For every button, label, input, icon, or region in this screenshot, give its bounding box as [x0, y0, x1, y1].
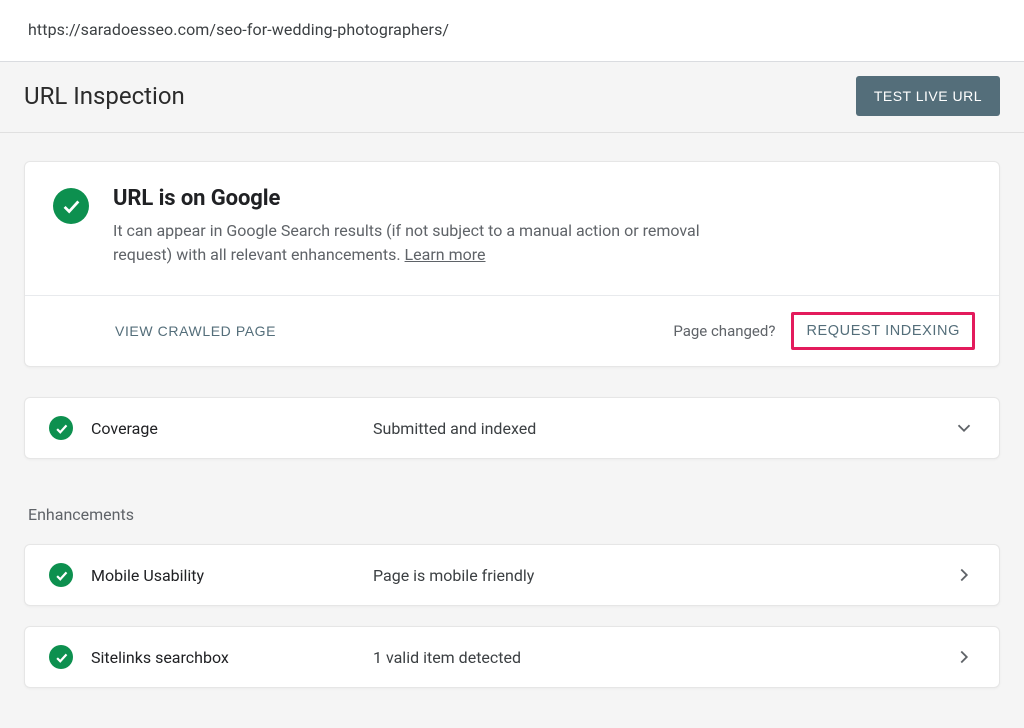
- status-section: URL is on Google It can appear in Google…: [25, 162, 999, 295]
- page-title: URL Inspection: [24, 82, 185, 110]
- check-icon: [49, 645, 73, 669]
- status-text: URL is on Google It can appear in Google…: [113, 186, 753, 267]
- test-live-url-button[interactable]: TEST LIVE URL: [856, 76, 1000, 116]
- header: URL Inspection TEST LIVE URL: [0, 62, 1024, 133]
- chevron-right-icon: [953, 564, 975, 586]
- enhancements-section-label: Enhancements: [28, 505, 996, 524]
- status-card: URL is on Google It can appear in Google…: [24, 161, 1000, 367]
- status-card-footer: VIEW CRAWLED PAGE Page changed? REQUEST …: [25, 295, 999, 366]
- enhancement-row-mobile-usability[interactable]: Mobile Usability Page is mobile friendly: [24, 544, 1000, 606]
- check-icon: [53, 188, 89, 224]
- coverage-row[interactable]: Coverage Submitted and indexed: [24, 397, 1000, 459]
- chevron-down-icon: [953, 417, 975, 439]
- url-bar[interactable]: https://saradoesseo.com/seo-for-wedding-…: [0, 0, 1024, 62]
- request-indexing-button[interactable]: REQUEST INDEXING: [806, 323, 960, 339]
- enhancement-row-sitelinks-searchbox[interactable]: Sitelinks searchbox 1 valid item detecte…: [24, 626, 1000, 688]
- page-changed-label: Page changed?: [673, 322, 775, 340]
- request-indexing-highlight: REQUEST INDEXING: [791, 312, 975, 350]
- learn-more-link[interactable]: Learn more: [405, 245, 486, 264]
- coverage-value: Submitted and indexed: [373, 419, 953, 438]
- check-icon: [49, 416, 73, 440]
- coverage-label: Coverage: [73, 419, 373, 438]
- chevron-right-icon: [953, 646, 975, 668]
- check-icon: [49, 563, 73, 587]
- content: URL is on Google It can appear in Google…: [0, 133, 1024, 728]
- enhancement-value: 1 valid item detected: [373, 648, 953, 667]
- status-description: It can appear in Google Search results (…: [113, 219, 753, 267]
- enhancement-label: Mobile Usability: [73, 566, 373, 585]
- view-crawled-page-button[interactable]: VIEW CRAWLED PAGE: [113, 317, 278, 345]
- enhancement-value: Page is mobile friendly: [373, 566, 953, 585]
- enhancement-label: Sitelinks searchbox: [73, 648, 373, 667]
- footer-right: Page changed? REQUEST INDEXING: [673, 312, 975, 350]
- status-title: URL is on Google: [113, 186, 753, 211]
